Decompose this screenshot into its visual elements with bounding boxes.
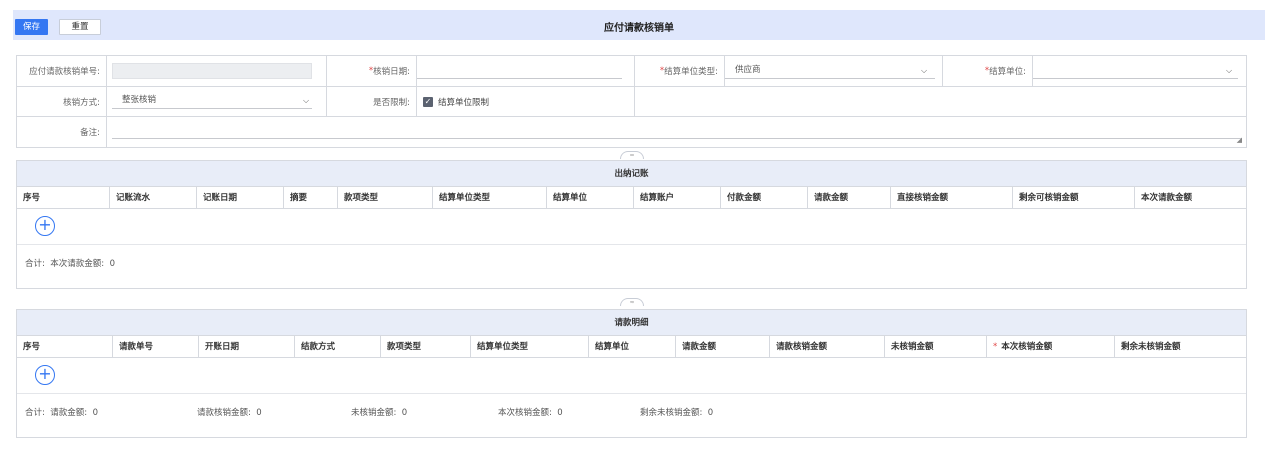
bill-no-input	[112, 63, 312, 79]
date-label: * 核销日期:	[327, 56, 417, 86]
column-header: 记账日期	[197, 187, 284, 209]
resize-grip-icon: ◢	[1236, 136, 1242, 144]
totals-prefix: 合计: 本次请款金额: 0	[25, 259, 115, 269]
unit-type-select[interactable]: 供应商	[725, 63, 935, 79]
plus-circle-icon[interactable]: +	[35, 365, 55, 385]
bill-no-label: 应付请款核销单号:	[17, 56, 107, 86]
column-header: 记账流水	[110, 187, 197, 209]
cash-ledger-title: 出纳记账	[17, 161, 1246, 187]
column-header: 结算账户	[634, 187, 721, 209]
chevron-down-icon: ⌵	[921, 66, 928, 75]
unit-type-cell: 供应商 ⌵	[725, 56, 943, 86]
column-header: 请款核销金额	[770, 336, 885, 358]
column-header: 请款金额	[808, 187, 891, 209]
form-row-1: 应付请款核销单号: * 核销日期: * 结算单位类型: 供应商 ⌵ * 结算单位: ⌵	[17, 56, 1246, 87]
column-header: 剩余未核销金额	[1121, 342, 1181, 352]
column-header: 结算单位类型	[471, 336, 589, 358]
column-header: 结算单位	[547, 187, 634, 209]
form-row-3: 备注: ◢	[17, 117, 1246, 147]
request-detail-totals: 合计: 请款金额: 0 请款核销金额: 0 未核销金额: 0 本次核销金额: 0…	[17, 394, 1246, 430]
column-header: 未核销金额	[885, 336, 987, 358]
total-unwritten: 未核销金额: 0	[351, 408, 408, 418]
column-header: 请款单号	[113, 336, 199, 358]
total-remaining: 剩余未核销金额: 0	[640, 408, 714, 418]
column-header: 剩余可核销金额	[1013, 187, 1135, 209]
total-current-writeoff: 本次核销金额: 0	[498, 408, 563, 418]
total-request-amount: 合计: 请款金额: 0	[25, 408, 98, 418]
cash-ledger-totals: 合计: 本次请款金额: 0	[17, 245, 1246, 281]
check-icon[interactable]: ✓	[423, 96, 433, 107]
header-form: 应付请款核销单号: * 核销日期: * 结算单位类型: 供应商 ⌵ * 结算单位: ⌵…	[16, 55, 1247, 148]
column-header: 结算单位类型	[433, 187, 547, 209]
column-header: 直接核销金额	[891, 187, 1013, 209]
unit-label: * 结算单位:	[943, 56, 1033, 86]
collapse-handle[interactable]: =	[620, 151, 644, 159]
column-header: 结款方式	[295, 336, 381, 358]
column-header: 序号	[17, 187, 110, 209]
column-header: 款项类型	[381, 336, 471, 358]
method-cell: 整张核销 ⌵	[107, 87, 327, 116]
request-detail-panel: 请款明细 序号 请款单号 开账日期 结款方式 款项类型 结算单位类型 结算单位 …	[16, 309, 1247, 438]
column-header: * 本次核销金额	[987, 336, 1115, 358]
total-written-off: 请款核销金额: 0	[197, 408, 262, 418]
plus-circle-icon[interactable]: +	[35, 216, 55, 236]
column-header: 请款金额	[676, 336, 770, 358]
request-detail-title: 请款明细	[17, 310, 1246, 336]
column-header: 序号	[17, 336, 113, 358]
unit-select[interactable]	[1033, 63, 1238, 79]
column-header: 开账日期	[199, 336, 295, 358]
limit-label: 是否限制:	[327, 87, 417, 116]
unit-type-label: * 结算单位类型:	[635, 56, 725, 86]
cash-ledger-panel: 出纳记账 序号 记账流水 记账日期 摘要 款项类型 结算单位类型 结算单位 结算…	[16, 160, 1247, 289]
remark-textarea[interactable]	[112, 123, 1242, 139]
form-row-2: 核销方式: 整张核销 ⌵ 是否限制: ✓ 结算单位限制	[17, 87, 1246, 117]
collapse-handle[interactable]: ≈	[620, 298, 644, 306]
limit-cell: ✓ 结算单位限制	[417, 87, 635, 116]
column-header: 本次请款金额	[1141, 193, 1193, 203]
column-header: 付款金额	[721, 187, 808, 209]
cash-ledger-header: 序号 记账流水 记账日期 摘要 款项类型 结算单位类型 结算单位 结算账户 付款…	[17, 187, 1246, 209]
remark-label: 备注:	[17, 117, 107, 147]
toolbar: 保存 重置 应付请款核销单	[13, 10, 1265, 40]
date-cell	[417, 56, 635, 86]
date-input[interactable]	[417, 63, 622, 79]
page-title: 应付请款核销单	[604, 23, 674, 34]
column-header: 款项类型	[338, 187, 433, 209]
chevron-down-icon: ⌵	[303, 96, 310, 105]
request-detail-header: 序号 请款单号 开账日期 结款方式 款项类型 结算单位类型 结算单位 请款金额 …	[17, 336, 1246, 358]
column-header: 摘要	[284, 187, 338, 209]
cash-ledger-add-row: +	[17, 209, 1246, 245]
method-select[interactable]: 整张核销	[112, 93, 312, 109]
request-detail-add-row: +	[17, 358, 1246, 394]
column-header: 结算单位	[589, 336, 676, 358]
method-label: 核销方式:	[17, 87, 107, 116]
bill-no-cell	[107, 56, 327, 86]
unit-cell: ⌵	[1033, 56, 1246, 86]
remark-cell: ◢	[107, 117, 1246, 147]
limit-checkbox-label: 结算单位限制	[438, 97, 490, 108]
chevron-down-icon: ⌵	[1226, 66, 1233, 75]
empty-cell	[635, 87, 1246, 116]
